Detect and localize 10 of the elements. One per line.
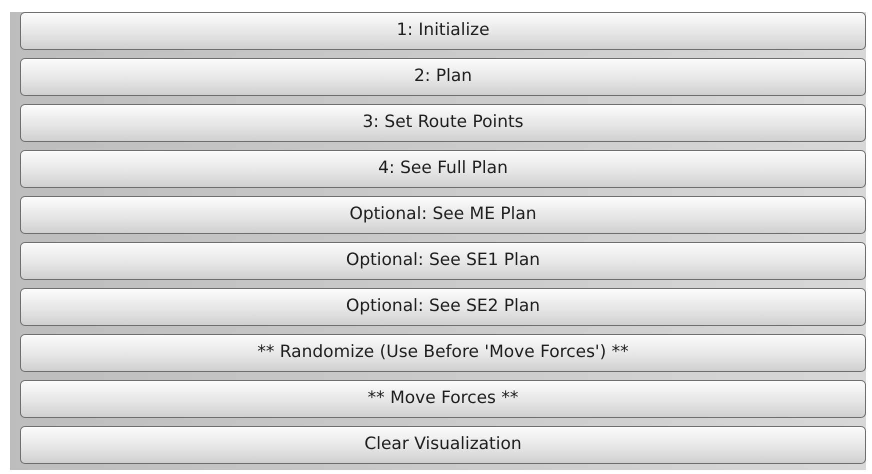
action-button[interactable]: 1: Initialize bbox=[20, 12, 866, 50]
action-button[interactable]: ** Move Forces ** bbox=[20, 380, 866, 418]
action-button[interactable]: Clear Visualization bbox=[20, 426, 866, 464]
action-button[interactable]: 3: Set Route Points bbox=[20, 104, 866, 142]
action-button[interactable]: 4: See Full Plan bbox=[20, 150, 866, 188]
action-button[interactable]: 2: Plan bbox=[20, 58, 866, 96]
action-button[interactable]: Optional: See ME Plan bbox=[20, 196, 866, 234]
action-button[interactable]: ** Randomize (Use Before 'Move Forces') ** bbox=[20, 334, 866, 372]
action-button[interactable]: Optional: See SE2 Plan bbox=[20, 288, 866, 326]
action-button[interactable]: Optional: See SE1 Plan bbox=[20, 242, 866, 280]
